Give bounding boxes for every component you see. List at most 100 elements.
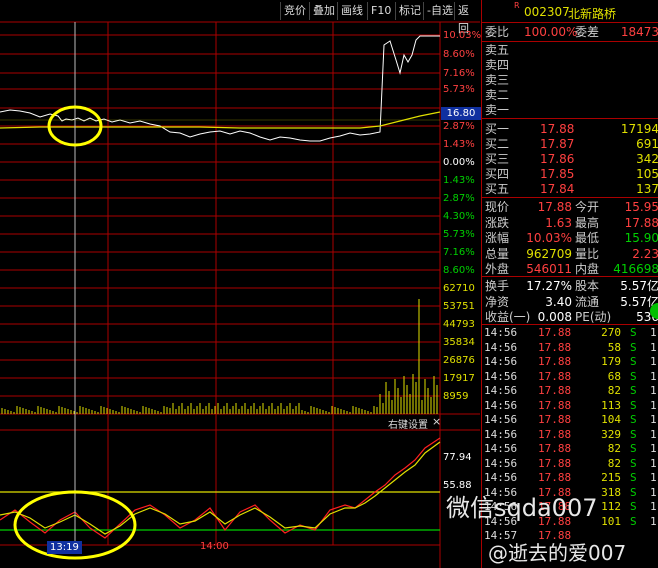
toolbar-draw-button[interactable]: 画线	[337, 2, 366, 20]
buy-volume: 342	[636, 152, 658, 166]
tick-time: 14:56	[484, 340, 518, 354]
tick-row: 14:56 17.88 113 S 1	[482, 399, 658, 414]
volume-axis-label: 35834	[443, 337, 475, 348]
quote-label-2: 量比	[575, 246, 600, 261]
sell-2-label: 卖二	[485, 88, 510, 102]
tick-side: S	[630, 326, 637, 339]
sell-1-label: 卖一	[485, 103, 510, 117]
tick-count: 1	[650, 500, 657, 513]
stock-code: 002307	[524, 5, 570, 19]
stat-row: 换手 17.27% 股本 5.57亿	[482, 278, 658, 294]
tick-volume: 82	[607, 442, 621, 455]
tick-side: S	[630, 384, 637, 397]
indicator-axis-label: 77.94	[443, 452, 472, 463]
tick-row: 14:56 17.88 104 S 1	[482, 413, 658, 428]
quote-row: 现价 17.88 今开 15.95	[482, 199, 658, 215]
tick-time: 14:56	[484, 384, 518, 397]
indicator-line-red	[0, 437, 441, 539]
stat-label-2: 流通	[575, 294, 600, 309]
tick-row: 14:56 17.88 58 S 1	[482, 341, 658, 356]
volume-axis-label: 17917	[443, 373, 475, 384]
buy-price: 17.85	[540, 167, 575, 181]
stat-label-2: PE(动)	[575, 310, 612, 324]
tick-count: 1	[650, 456, 657, 470]
axis-label: 2.87%	[443, 121, 475, 132]
tick-volume: 68	[607, 369, 621, 383]
tick-volume: 82	[607, 384, 621, 397]
stat-row: 净资 3.40 流通 5.57亿	[482, 294, 658, 310]
tick-row: 14:56 17.88 82 S 1	[482, 442, 658, 457]
tick-side: S	[630, 355, 637, 368]
tick-count: 1	[650, 340, 657, 354]
quote-value-2: 15.95	[624, 200, 658, 214]
stat-label: 换手	[485, 279, 510, 293]
toolbar-mark-button[interactable]: 标记	[395, 2, 424, 20]
quote-value: 962709	[526, 246, 572, 261]
quote-value-2: 2.23	[632, 246, 658, 261]
tick-count: 1	[650, 427, 657, 441]
buy-label: 买五	[485, 182, 510, 196]
tick-count: 1	[650, 326, 657, 339]
tick-row: 14:56 17.88 82 S 1	[482, 457, 658, 472]
buy-label: 买二	[485, 137, 510, 151]
quote-label-2: 最高	[575, 215, 600, 230]
watermark-footer: @逝去的爱007	[488, 541, 627, 565]
intraday-chart[interactable]: 竞价 叠加 画线 F10 标记 -自选 返回 10.03% 8.60% 7.16…	[0, 0, 482, 568]
axis-label: 7.16%	[443, 247, 475, 258]
axis-label: 0.00%	[443, 157, 475, 168]
tick-price: 17.88	[538, 398, 572, 412]
current-price-tag: 16.80	[441, 107, 481, 120]
wei-cha-label: 委差	[575, 25, 600, 39]
wei-bi-row: 委比 100.00% 委差 18473	[482, 24, 658, 40]
toolbar-overlay-button[interactable]: 叠加	[309, 2, 338, 20]
quote-value-2: 17.88	[624, 215, 658, 230]
axis-label: 1.43%	[443, 139, 475, 150]
tick-side: S	[630, 398, 637, 412]
axis-label: 2.87%	[443, 193, 475, 204]
tick-row: 14:56 17.88 270 S 1	[482, 326, 658, 341]
indicator-close-icon[interactable]: ×	[432, 415, 441, 428]
buy-row: 买三 17.86 342	[482, 151, 658, 167]
stat-value-2: 5.57亿	[620, 279, 658, 293]
buy-label: 买一	[485, 122, 510, 136]
tick-time: 14:56	[484, 398, 518, 412]
tick-price: 17.88	[538, 413, 572, 426]
stock-flag: R	[514, 1, 520, 10]
stat-label: 净资	[485, 294, 510, 309]
tick-time: 14:56	[484, 355, 518, 368]
buy-label: 买四	[485, 167, 510, 181]
indicator-settings-label[interactable]: 右键设置	[388, 416, 428, 431]
wei-bi-value: 100.00%	[524, 25, 578, 39]
tick-side: S	[630, 413, 637, 426]
tick-volume: 179	[601, 355, 621, 368]
stat-value: 0.008	[537, 310, 572, 324]
tick-time: 14:56	[484, 413, 518, 426]
quote-row: 总量 962709 量比 2.23	[482, 246, 658, 262]
tick-price: 17.88	[538, 369, 572, 383]
tick-price: 17.88	[538, 456, 572, 470]
tick-time: 14:56	[484, 427, 518, 441]
tick-count: 1	[650, 398, 657, 412]
axis-label: 10.03%	[443, 30, 482, 41]
tick-volume: 101	[601, 514, 621, 528]
tick-volume: 215	[601, 471, 621, 484]
cursor-time-label: 13:19	[47, 541, 82, 554]
buy-price: 17.86	[540, 152, 575, 166]
toolbar-f10-button[interactable]: F10	[367, 2, 394, 20]
tick-price: 17.88	[538, 384, 572, 397]
toolbar-back-button[interactable]: 返回	[454, 2, 480, 35]
toolbar-unwatch-button[interactable]: -自选	[423, 2, 456, 20]
tick-time: 14:56	[484, 369, 518, 383]
tick-time: 14:56	[484, 442, 518, 455]
toolbar-auction-button[interactable]: 竞价	[280, 2, 309, 20]
tick-volume: 58	[607, 340, 621, 354]
tick-row: 14:56 17.88 179 S 1	[482, 355, 658, 370]
tick-price: 17.88	[538, 442, 572, 455]
tick-volume: 104	[601, 413, 621, 426]
volume-axis-label: 44793	[443, 319, 475, 330]
stat-label-2: 股本	[575, 279, 600, 293]
quote-row: 涨跌 1.63 最高 17.88	[482, 215, 658, 231]
quote-label: 总量	[485, 246, 510, 261]
sell-5-label: 卖五	[485, 43, 510, 57]
volume-axis-label: 26876	[443, 355, 475, 366]
